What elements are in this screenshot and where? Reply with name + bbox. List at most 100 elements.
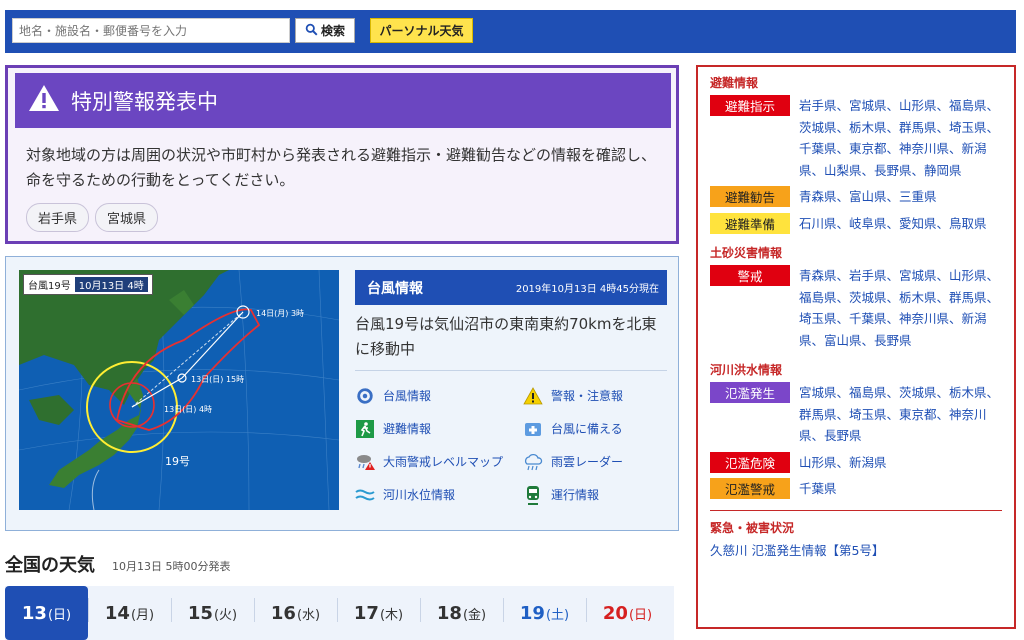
link-typhoon-prep[interactable]: 台風に備える: [523, 418, 667, 439]
typhoon-panel: 台風19号 10月13日 4時 14日(月) 3時 13日(日) 15時 13日…: [5, 256, 679, 531]
disaster-info-panel: 避難情報 避難指示 岩手県、宮城県、山形県、福島県、茨城県、栃木県、群馬県、埼玉…: [696, 65, 1016, 629]
flood-occur-badge: 氾濫発生: [710, 382, 790, 403]
date-tab-weekday: (木): [379, 607, 404, 623]
link-typhoon-info[interactable]: 台風情報: [355, 385, 523, 406]
date-tab-20[interactable]: 20 (日): [586, 586, 669, 640]
link-river-level[interactable]: 河川水位情報: [355, 484, 523, 505]
typhoon-info-date: 2019年10月13日 4時45分現在: [515, 284, 659, 295]
warning-prefecture-list: 岩手県 宮城県: [26, 203, 159, 232]
map-time-label-13-4: 13日(日) 4時: [164, 405, 213, 414]
landslide-badge: 警戒: [710, 265, 790, 286]
date-tab-day: 15: [187, 602, 213, 624]
rain-cloud-icon: [523, 452, 543, 472]
date-tab-14[interactable]: 14 (月): [88, 586, 171, 640]
link-rain-alert-map-label: 大雨警戒レベルマップ: [383, 455, 504, 469]
evac-advice-prefectures[interactable]: 青森県、富山県、三重県: [799, 186, 937, 208]
link-typhoon-info-label: 台風情報: [383, 389, 432, 403]
flood-danger-prefectures[interactable]: 山形県、新潟県: [799, 452, 887, 474]
special-warning-text: 対象地域の方は周囲の状況や市町村から発表される避難指示・避難勧告などの情報を確認…: [26, 146, 657, 189]
landslide-section-title: 土砂災害情報: [710, 246, 783, 260]
emergency-section-title: 緊急・被害状況: [710, 520, 795, 535]
map-date-label: 10月13日 4時: [74, 277, 148, 292]
search-icon: [305, 23, 318, 39]
special-warning-panel: 特別警報発表中 対象地域の方は周囲の状況や市町村から発表される避難指示・避難勧告…: [5, 65, 679, 244]
evacuation-icon: [355, 419, 375, 439]
search-input[interactable]: [12, 18, 290, 43]
date-tab-16[interactable]: 16 (水): [254, 586, 337, 640]
date-tab-weekday: (月): [130, 607, 155, 623]
personal-weather-label: パーソナル天気: [379, 24, 464, 38]
date-tab-19[interactable]: 19 (土): [503, 586, 586, 640]
link-rain-radar[interactable]: 雨雲レーダー: [523, 451, 667, 472]
typhoon-info-header: 台風情報 2019年10月13日 4時45分現在: [355, 270, 667, 305]
flood-caution-badge: 氾濫警戒: [710, 478, 790, 499]
section-divider: [710, 509, 1002, 511]
flood-occur-prefectures[interactable]: 宮城県、福島県、茨城県、栃木県、群馬県、埼玉県、東京都、神奈川県、長野県: [799, 382, 1002, 447]
link-warnings-label: 警報・注意報: [551, 389, 624, 403]
flood-occur-row: 氾濫発生 宮城県、福島県、茨城県、栃木県、群馬県、埼玉県、東京都、神奈川県、長野…: [710, 382, 1002, 447]
date-tab-18[interactable]: 18 (金): [420, 586, 503, 640]
typhoon-info-title: 台風情報: [367, 280, 423, 297]
flood-section-title: 河川洪水情報: [710, 363, 783, 377]
typhoon-map[interactable]: 台風19号 10月13日 4時 14日(月) 3時 13日(日) 15時 13日…: [19, 270, 339, 510]
date-tab-day: 19: [519, 602, 545, 624]
date-tab-day: 18: [436, 602, 462, 624]
evac-order-row: 避難指示 岩手県、宮城県、山形県、福島県、茨城県、栃木県、群馬県、埼玉県、千葉県…: [710, 95, 1002, 181]
prefecture-pill-iwate[interactable]: 岩手県: [26, 203, 90, 232]
typhoon-map-graphic: [19, 270, 339, 510]
link-evacuation-label: 避難情報: [383, 422, 432, 436]
landslide-prefectures[interactable]: 青森県、岩手県、宮城県、山形県、福島県、茨城県、栃木県、群馬県、埼玉県、千葉県、…: [799, 265, 1002, 351]
date-tab-day: 14: [104, 602, 130, 624]
flood-danger-badge: 氾濫危険: [710, 451, 790, 473]
date-tab-weekday: (金): [462, 607, 487, 623]
first-aid-icon: [523, 419, 543, 439]
date-tab-day: 20: [602, 602, 628, 624]
date-tab-weekday: (日): [628, 607, 653, 623]
date-tab-weekday: (水): [296, 607, 321, 623]
date-tab-weekday: (日): [47, 607, 72, 623]
landslide-row: 警戒 青森県、岩手県、宮城県、山形県、福島県、茨城県、栃木県、群馬県、埼玉県、千…: [710, 265, 1002, 351]
special-warning-header: 特別警報発表中: [15, 73, 671, 128]
special-warning-title: 特別警報発表中: [71, 89, 218, 114]
map-typhoon-label: 台風19号: [28, 281, 71, 292]
date-tab-17[interactable]: 17 (木): [337, 586, 420, 640]
map-time-label-13-15: 13日(日) 15時: [191, 375, 245, 384]
train-icon: [523, 485, 543, 505]
evac-advice-badge: 避難勧告: [710, 186, 790, 207]
search-button[interactable]: 検索: [295, 18, 355, 43]
typhoon-description: 台風19号は気仙沼市の東南東約70kmを北東に移動中: [355, 312, 667, 371]
search-button-label: 検索: [320, 24, 345, 38]
date-tab-13[interactable]: 13 (日): [5, 586, 88, 640]
link-evacuation[interactable]: 避難情報: [355, 418, 523, 439]
typhoon-icon: [355, 386, 375, 406]
national-weather-title: 全国の天気: [5, 555, 95, 576]
evac-prep-prefectures[interactable]: 石川県、岐阜県、愛知県、鳥取県: [799, 213, 987, 235]
link-transit-status[interactable]: 運行情報: [523, 484, 667, 505]
warning-icon: [523, 386, 543, 406]
map-typhoon-name: 19号: [165, 455, 190, 468]
header-search-bar: 検索 パーソナル天気: [5, 10, 1016, 53]
warning-triangle-icon: [27, 83, 71, 118]
link-transit-status-label: 運行情報: [551, 488, 600, 502]
evac-advice-row: 避難勧告 青森県、富山県、三重県: [710, 186, 1002, 208]
emergency-link[interactable]: 久慈川 氾濫発生情報【第5号】: [710, 543, 884, 558]
map-typhoon-tag: 台風19号 10月13日 4時: [23, 274, 153, 295]
link-rain-radar-label: 雨雲レーダー: [551, 455, 624, 469]
date-tab-weekday: (土): [545, 607, 570, 623]
prefecture-pill-miyagi[interactable]: 宮城県: [95, 203, 159, 232]
evac-order-badge: 避難指示: [710, 95, 790, 116]
date-tab-15[interactable]: 15 (火): [171, 586, 254, 640]
link-rain-alert-map[interactable]: 大雨警戒レベルマップ: [355, 451, 523, 472]
evacuation-section-title: 避難情報: [710, 76, 759, 90]
personal-weather-button[interactable]: パーソナル天気: [370, 18, 473, 43]
link-warnings[interactable]: 警報・注意報: [523, 385, 667, 406]
river-icon: [355, 485, 375, 505]
national-weather-subtitle: 10月13日 5時00分発表: [112, 560, 231, 573]
flood-caution-prefectures[interactable]: 千葉県: [799, 478, 837, 500]
evac-order-prefectures[interactable]: 岩手県、宮城県、山形県、福島県、茨城県、栃木県、群馬県、埼玉県、千葉県、東京都、…: [799, 95, 1002, 181]
link-river-level-label: 河川水位情報: [383, 488, 456, 502]
date-tab-weekday: (火): [213, 607, 238, 623]
evac-prep-row: 避難準備 石川県、岐阜県、愛知県、鳥取県: [710, 212, 1002, 235]
map-time-label-14: 14日(月) 3時: [256, 309, 305, 318]
flood-danger-row: 氾濫危険 山形県、新潟県: [710, 451, 1002, 474]
